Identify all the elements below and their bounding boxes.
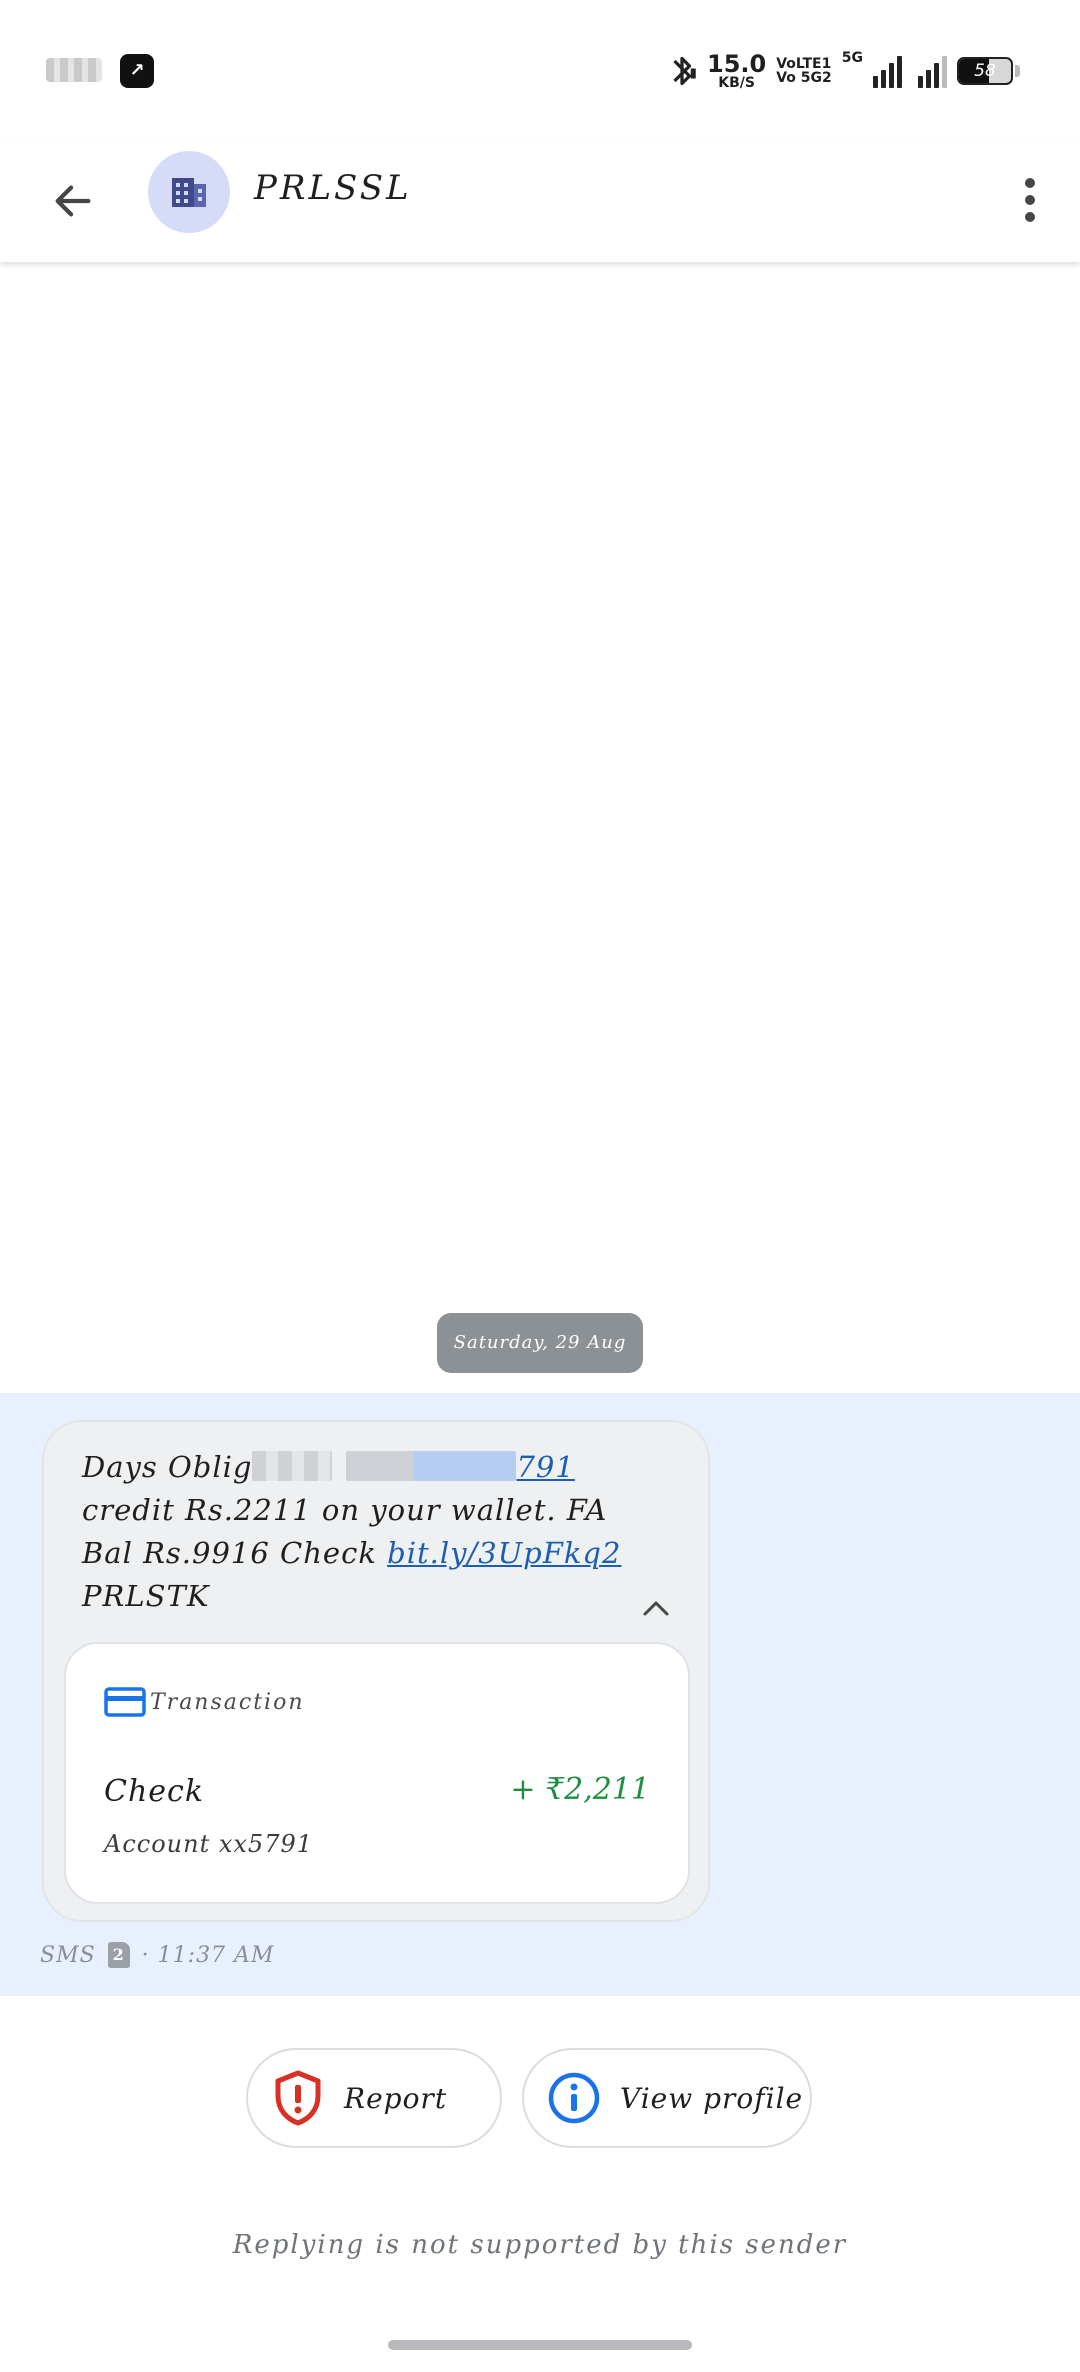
- more-options-button[interactable]: [1000, 162, 1060, 238]
- message-meta: SMS 2 · 11:37 AM: [40, 1942, 274, 1968]
- volte-indicator: VoLTE1 Vo 5G2: [776, 57, 832, 85]
- notification-app-icon: ↗: [120, 54, 154, 88]
- message-time: · 11:37 AM: [141, 1942, 275, 1968]
- bluetooth-icon: [673, 56, 696, 86]
- message-bubble[interactable]: Days Oblig 791 credit Rs.2211 on your wal…: [42, 1420, 710, 1922]
- arrow-left-icon: [55, 185, 91, 217]
- signal-strength-sim1-icon: [873, 54, 902, 88]
- transaction-label: Transaction: [150, 1689, 305, 1715]
- status-clock-redacted: [46, 58, 102, 82]
- transaction-name: Check: [104, 1774, 205, 1809]
- sim-card-icon: 2: [107, 1942, 130, 1968]
- info-icon: [546, 2070, 602, 2126]
- message-line-1: Days Oblig 791: [82, 1446, 642, 1489]
- signal-strength-sim2-icon: [918, 54, 947, 88]
- home-gesture-bar[interactable]: [388, 2340, 692, 2350]
- reply-not-supported-note: Replying is not supported by this sender: [232, 2230, 848, 2260]
- message-line-3-start: Bal Rs.9916 Check: [82, 1536, 388, 1570]
- network-speed: 15.0 KB/S: [707, 52, 766, 90]
- status-indicators: 15.0 KB/S VoLTE1 Vo 5G2 5G 58: [667, 46, 1020, 96]
- view-profile-button[interactable]: View profile: [522, 2048, 812, 2148]
- network-speed-value: 15.0: [707, 50, 767, 78]
- credit-card-icon: [104, 1687, 146, 1717]
- sender-avatar[interactable]: [148, 151, 230, 233]
- transaction-card-header: Transaction: [104, 1686, 305, 1718]
- redacted-text: [252, 1451, 333, 1481]
- report-button[interactable]: Report: [246, 2048, 502, 2148]
- message-line-4: PRLSTK: [82, 1579, 210, 1613]
- business-building-icon: [172, 178, 206, 207]
- view-profile-button-label: View profile: [620, 2081, 804, 2115]
- more-vertical-icon: [1025, 178, 1035, 222]
- battery-level: 58: [974, 61, 996, 81]
- volte-sim1: VoLTE1: [776, 56, 832, 72]
- network-speed-unit: KB/S: [718, 75, 755, 91]
- battery-icon: 58: [957, 57, 1013, 85]
- volte-sim2: Vo 5G2: [776, 70, 832, 86]
- transaction-card[interactable]: Transaction Check + ₹2,211 Account xx579…: [64, 1642, 690, 1904]
- back-button[interactable]: [38, 166, 108, 236]
- collapse-button[interactable]: [634, 1586, 678, 1630]
- redacted-link: [346, 1451, 517, 1481]
- message-channel: SMS: [40, 1942, 96, 1968]
- date-separator: Saturday, 29 Aug: [437, 1313, 643, 1373]
- message-body: Days Oblig 791 credit Rs.2211 on your wal…: [82, 1446, 642, 1618]
- conversation-header: PRLSSL: [0, 140, 1080, 262]
- status-bar: ↗ 15.0 KB/S VoLTE1 Vo 5G2 5G 58: [0, 0, 1080, 140]
- message-line-3: Bal Rs.9916 Check bit.ly/3UpFkq2: [82, 1532, 642, 1575]
- sender-name[interactable]: PRLSSL: [254, 168, 412, 208]
- message-line-1-start: Days Oblig: [82, 1450, 253, 1484]
- message-line-2: credit Rs.2211 on your wallet. FA: [82, 1493, 608, 1527]
- message-link[interactable]: bit.ly/3UpFkq2: [387, 1536, 621, 1570]
- chevron-up-icon: [643, 1601, 669, 1616]
- report-shield-icon: [270, 2070, 326, 2126]
- transaction-amount: + ₹2,211: [510, 1772, 650, 1807]
- report-button-label: Report: [344, 2081, 448, 2115]
- network-type: 5G: [841, 50, 863, 66]
- transaction-account: Account xx5791: [104, 1830, 313, 1858]
- message-link-fragment[interactable]: 791: [516, 1450, 574, 1484]
- battery-tip: [1015, 65, 1020, 77]
